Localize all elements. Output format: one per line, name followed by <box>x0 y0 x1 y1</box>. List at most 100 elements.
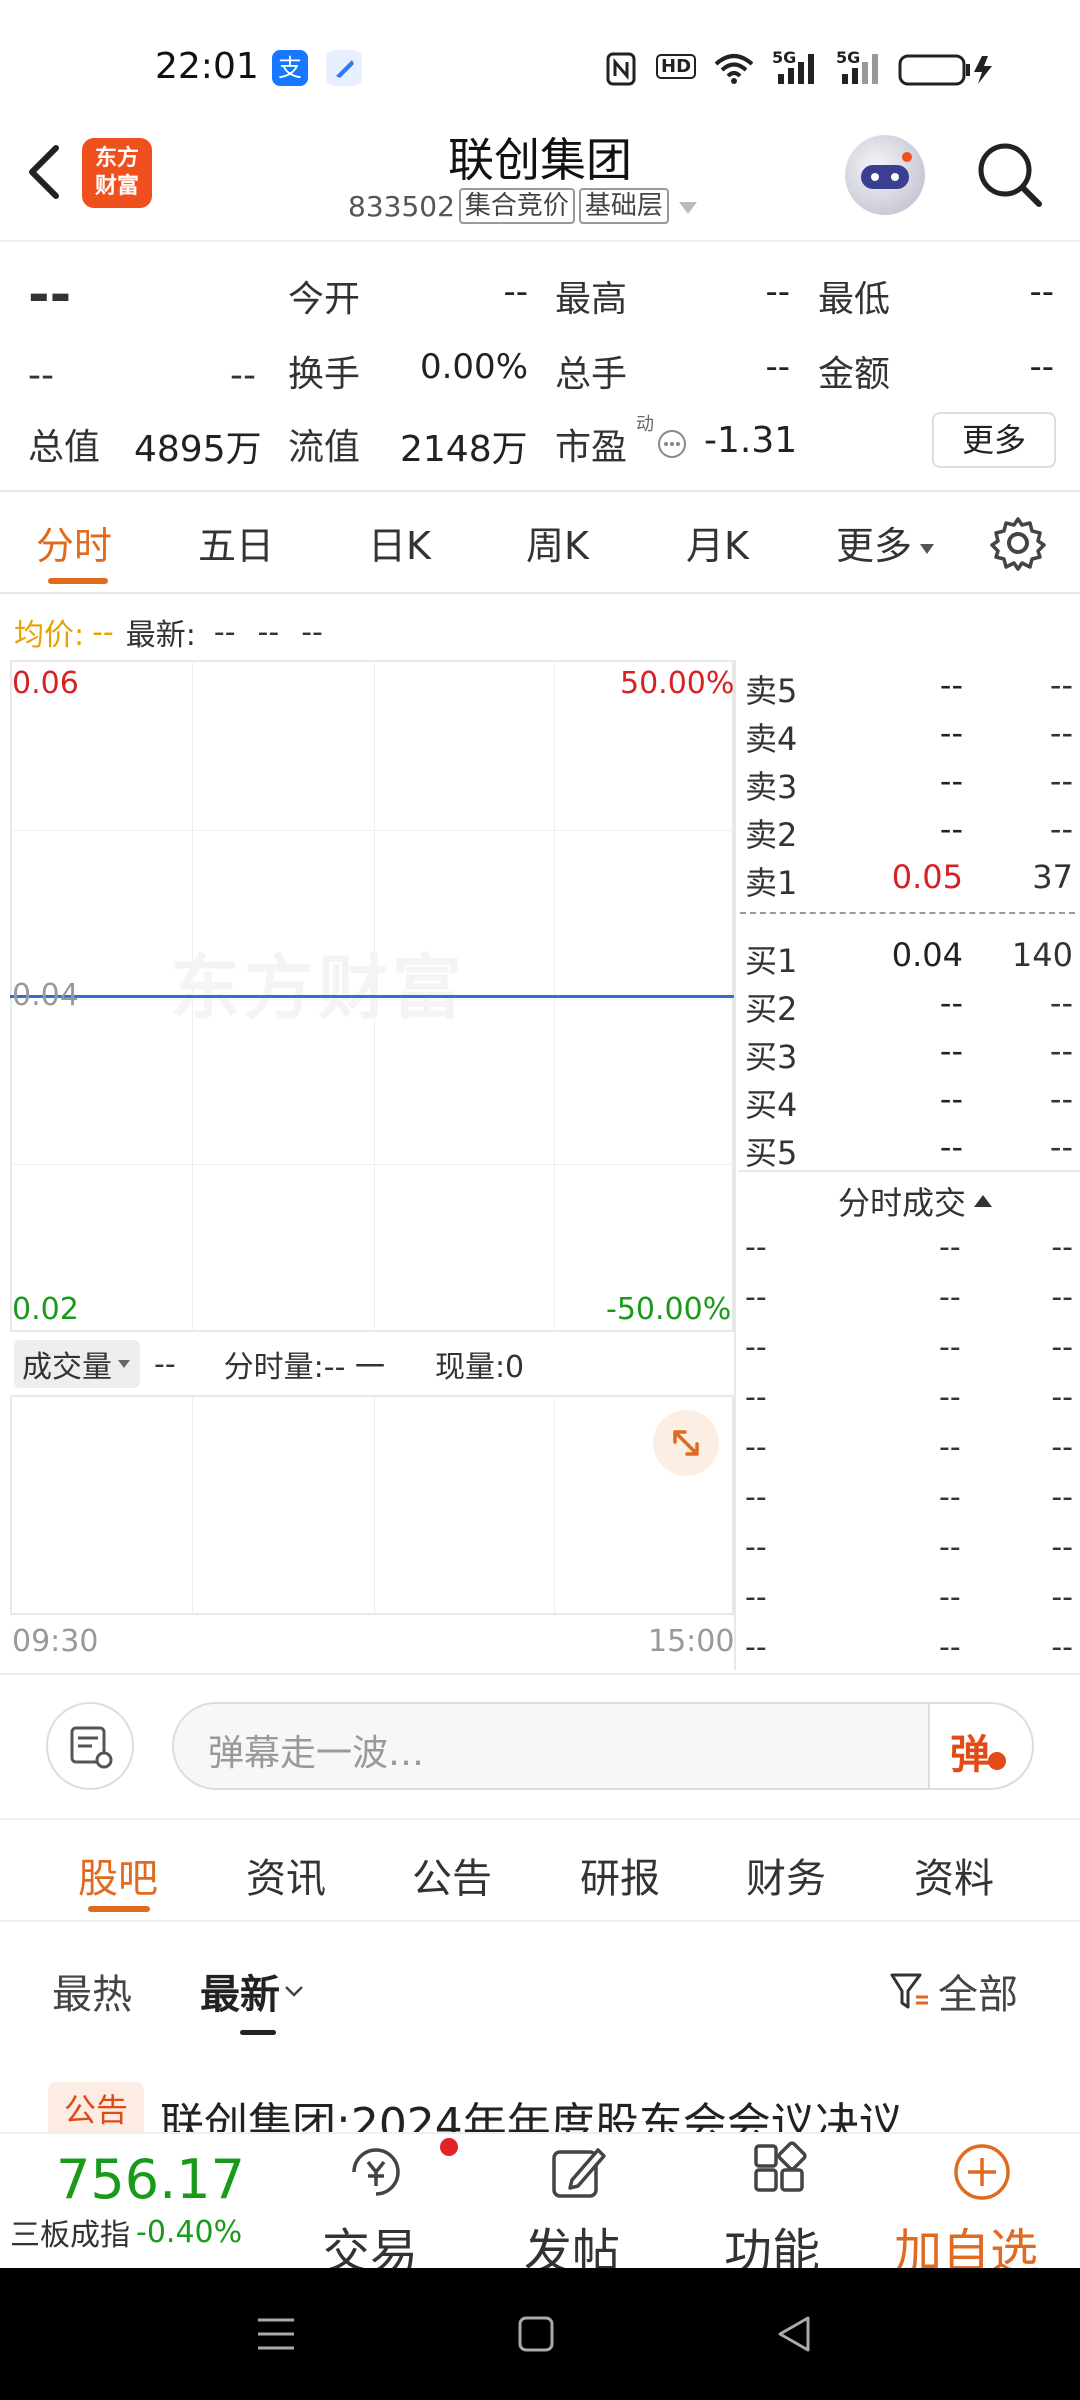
sell-1-row: 卖1 0.05 37 <box>745 858 1073 902</box>
announcement-badge: 公告 <box>48 2082 144 2138</box>
trade-icon <box>344 2140 408 2204</box>
chart-bottom-pct: -50.00% <box>606 1292 732 1327</box>
volume-value: -- <box>154 1346 176 1382</box>
turnover-value: 0.00% <box>419 347 528 387</box>
low-value: -- <box>1029 272 1054 312</box>
check-badge-icon <box>988 1752 1006 1770</box>
filter-latest[interactable]: 最新 <box>200 1962 304 2020</box>
tab-news[interactable]: 资讯 <box>246 1846 326 1904</box>
tab-more-label: 更多 <box>836 524 913 568</box>
index-change: -0.40% <box>136 2214 243 2250</box>
back-nav-icon[interactable] <box>774 2314 814 2358</box>
menu-icon[interactable] <box>256 2314 296 2358</box>
filter-all[interactable]: 全部 <box>888 1962 1018 2020</box>
tab-forum[interactable]: 股吧 <box>78 1846 158 1904</box>
active-tab-indicator <box>88 1906 150 1912</box>
app-notification-icon <box>326 50 362 86</box>
open-value: -- <box>503 272 528 312</box>
chevron-down-icon <box>285 1986 303 1997</box>
latest-label: 最新: <box>125 618 196 653</box>
buy-1-row: 买1 0.04 140 <box>745 936 1073 980</box>
high-value: -- <box>765 272 790 312</box>
home-icon[interactable] <box>516 2314 556 2358</box>
avg-value: -- <box>92 614 114 650</box>
tab-research[interactable]: 研报 <box>580 1846 660 1904</box>
watermark: 东方财富 <box>170 947 466 1029</box>
settings-gear-icon[interactable] <box>990 515 1046 575</box>
battery-icon <box>898 54 998 90</box>
wifi-icon <box>712 50 756 90</box>
divider <box>0 240 1080 242</box>
sell-5-row: 卖5 -- -- <box>745 666 1073 710</box>
latest-price: -- <box>213 614 236 650</box>
tab-intraday[interactable]: 分时 <box>36 515 112 570</box>
pe-superscript: 动 <box>636 414 654 435</box>
hd-icon: HD <box>656 54 697 79</box>
price-line <box>10 995 734 998</box>
more-quote-button[interactable]: 更多 <box>932 412 1056 468</box>
order-book-divider <box>740 912 1075 914</box>
stock-subtitle[interactable]: 833502 集合竞价 基础层 <box>348 186 699 226</box>
price-change: -- <box>28 355 54 396</box>
tab-monthly-k[interactable]: 月K <box>686 515 749 570</box>
buy-5-row: 买5 -- -- <box>745 1128 1073 1172</box>
amount-label: 金额 <box>818 354 891 395</box>
chart-mid-price: 0.04 <box>12 978 79 1013</box>
volume-label: 总手 <box>555 354 628 395</box>
time-end-label: 15:00 <box>648 1624 735 1659</box>
ai-robot-icon[interactable] <box>845 135 925 215</box>
volume-chart[interactable] <box>10 1395 734 1615</box>
expand-icon[interactable] <box>653 1410 719 1476</box>
caret-down-icon <box>118 1360 130 1368</box>
volume-dropdown-label: 成交量 <box>22 1350 112 1385</box>
time-start-label: 09:30 <box>12 1624 99 1659</box>
time-sales-list[interactable]: -- -- -- -- -- -- -- -- -- -- -- -- -- -- -- -- -- -… <box>745 1230 1073 1670</box>
tab-finance[interactable]: 财务 <box>746 1846 826 1904</box>
caret-up-icon <box>974 1195 993 1207</box>
index-value[interactable]: 756.17 <box>56 2148 245 2211</box>
tab-weekly-k[interactable]: 周K <box>526 515 589 570</box>
tab-daily-k[interactable]: 日K <box>368 515 431 570</box>
current-price: -- <box>28 265 72 325</box>
info-dots-icon[interactable] <box>656 428 688 464</box>
chart-top-price: 0.06 <box>12 666 79 701</box>
status-clock: 22:01 <box>155 46 259 87</box>
alipay-icon: 支 <box>272 50 308 86</box>
latest-change: -- <box>257 614 280 650</box>
divider <box>0 592 1080 594</box>
chart-bottom-price: 0.02 <box>12 1292 79 1327</box>
turnover-label: 换手 <box>288 354 361 395</box>
latest-change-pct: -- <box>301 614 323 650</box>
time-sales-toggle[interactable]: 分时成交 <box>838 1178 994 1224</box>
divider <box>738 1170 1080 1172</box>
volume-value: -- <box>765 347 790 387</box>
active-filter-indicator <box>240 2030 276 2035</box>
index-info[interactable]: 三板成指 -0.40% <box>10 2210 242 2254</box>
mktcap-value: 4895万 <box>134 429 262 470</box>
current-volume: 现量:0 <box>434 1350 525 1385</box>
buy-2-row: 买2 -- -- <box>745 984 1073 1028</box>
buy-4-row: 买4 -- -- <box>745 1080 1073 1124</box>
volume-dropdown[interactable]: 成交量 <box>14 1340 140 1388</box>
low-label: 最低 <box>818 279 891 320</box>
danmu-send-label: 弹 <box>950 1732 990 1778</box>
caret-down-icon <box>677 190 699 223</box>
divider <box>0 1818 1080 1832</box>
tab-five-day[interactable]: 五日 <box>198 515 274 570</box>
search-icon[interactable] <box>975 140 1045 210</box>
tab-more[interactable]: 更多 <box>836 515 936 570</box>
tab-profile[interactable]: 资料 <box>914 1846 994 1904</box>
tab-announcements[interactable]: 公告 <box>412 1846 492 1904</box>
amount-value: -- <box>1029 347 1054 387</box>
time-sales-title: 分时成交 <box>838 1184 967 1222</box>
high-label: 最高 <box>555 279 628 320</box>
sell-2-row: 卖2 -- -- <box>745 810 1073 854</box>
divider <box>0 490 1080 492</box>
mktcap-label: 总值 <box>28 427 101 468</box>
minute-volume: 分时量:-- 一 <box>223 1350 385 1385</box>
avg-label: 均价: <box>14 618 85 653</box>
danmu-settings-icon[interactable] <box>46 1702 134 1790</box>
divider <box>0 1920 1080 1922</box>
notification-dot <box>440 2138 458 2156</box>
filter-hot[interactable]: 最热 <box>52 1962 132 2020</box>
